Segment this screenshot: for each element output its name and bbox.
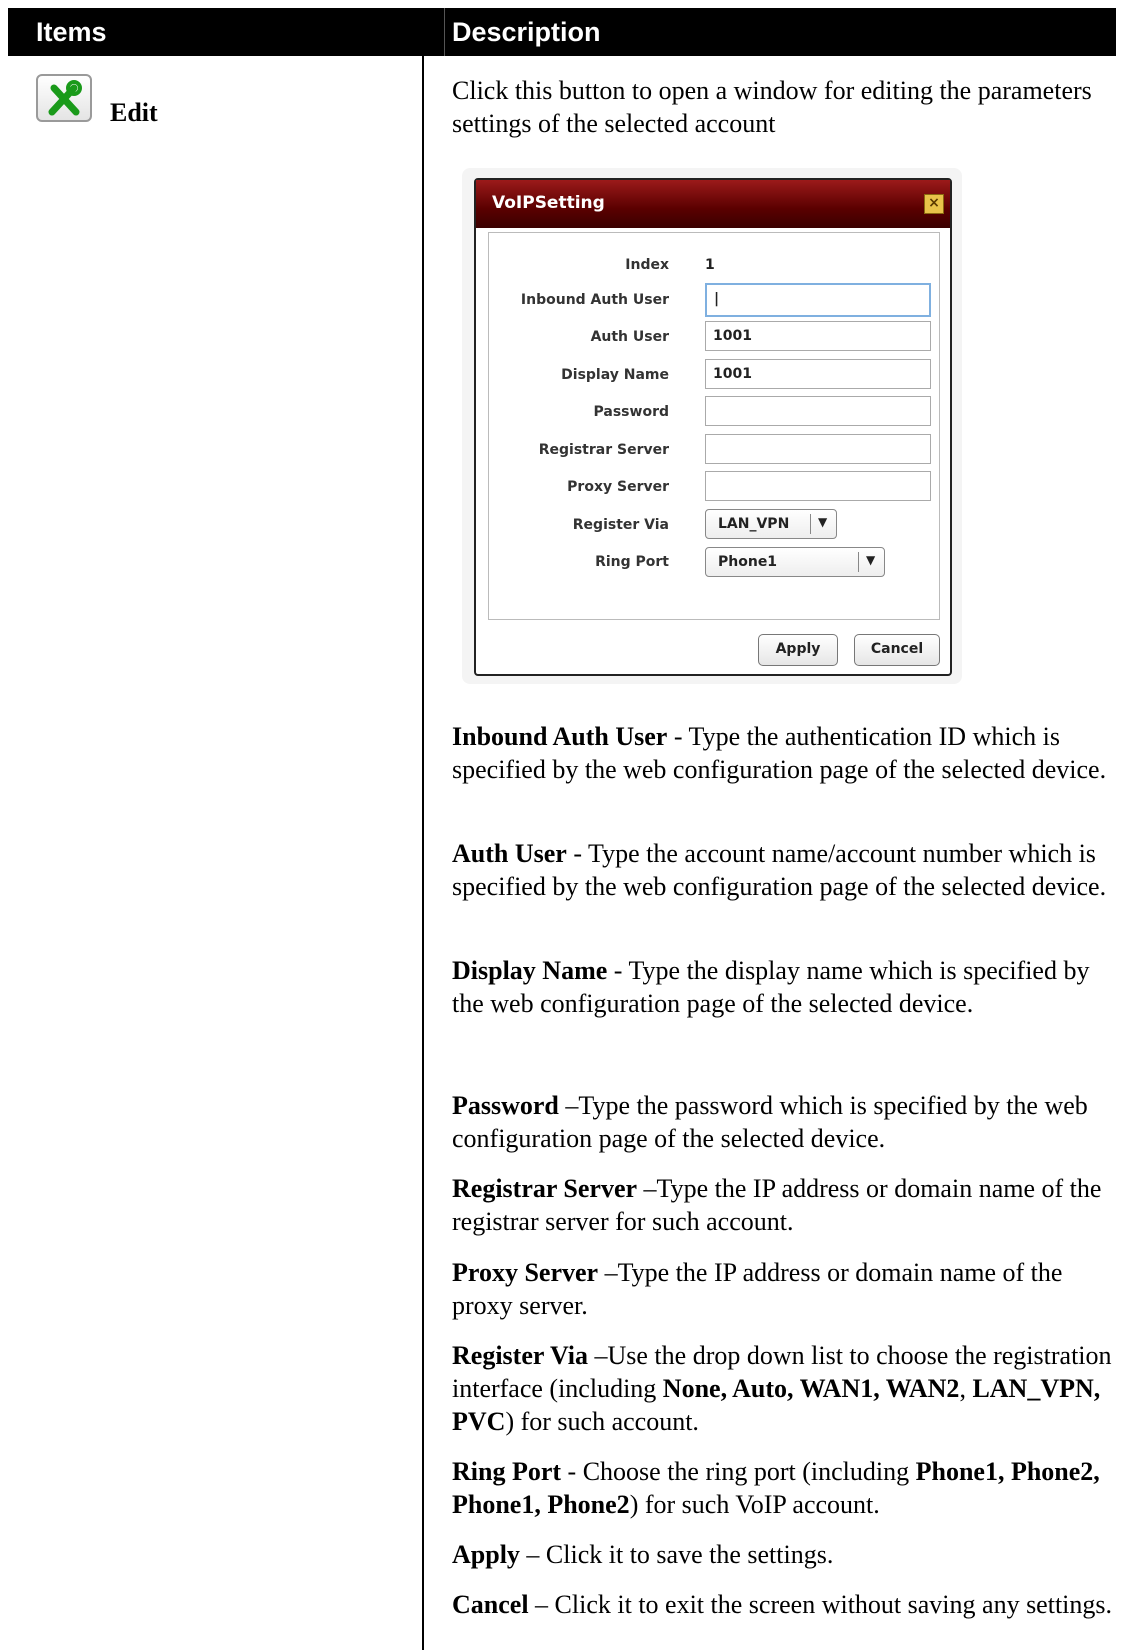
intro-text: Click this button to open a window for e… xyxy=(452,76,1092,138)
index-label: Index xyxy=(625,257,669,273)
password-input[interactable] xyxy=(705,396,931,426)
auth-user-label: Auth User xyxy=(590,329,669,345)
items-column-header: Items xyxy=(36,17,107,47)
select-divider xyxy=(858,552,859,572)
inbound-auth-user-description: Inbound Auth User - Type the authenticat… xyxy=(452,720,1112,786)
voip-setting-dialog: VoIPSetting × Index 1 Inbound Auth User … xyxy=(474,178,952,676)
registrar-server-description: Registrar Server –Type the IP address or… xyxy=(452,1172,1112,1238)
options: None, Auto, WAN1, WAN2 xyxy=(662,1374,960,1403)
auth-user-description: Auth User - Type the account name/accoun… xyxy=(452,837,1112,903)
display-name-label: Display Name xyxy=(561,367,669,383)
display-name-description: Display Name - Type the display name whi… xyxy=(452,954,1112,1020)
text: - Choose the ring port (including xyxy=(561,1457,916,1486)
term: Ring Port xyxy=(452,1457,562,1486)
register-via-select[interactable]: LAN_VPN ▼ xyxy=(705,509,837,539)
term: Auth User xyxy=(452,839,567,868)
text: ) for such VoIP account. xyxy=(629,1490,880,1519)
text: – Click it to save the settings. xyxy=(519,1540,834,1569)
term: Cancel xyxy=(452,1590,529,1619)
edit-label: Edit xyxy=(110,98,158,127)
register-via-value: LAN_VPN xyxy=(718,516,790,532)
ring-port-label: Ring Port xyxy=(595,554,669,570)
chevron-down-icon: ▼ xyxy=(818,515,828,529)
column-divider xyxy=(422,56,424,1650)
ring-port-select[interactable]: Phone1 ▼ xyxy=(705,547,885,577)
password-label: Password xyxy=(593,404,669,420)
text: ) for such account. xyxy=(505,1407,699,1436)
cancel-button[interactable]: Cancel xyxy=(854,634,940,666)
term: Apply xyxy=(452,1540,520,1569)
display-name-input[interactable]: 1001 xyxy=(705,359,931,389)
proxy-server-description: Proxy Server –Type the IP address or dom… xyxy=(452,1256,1112,1322)
edit-tools-icon[interactable] xyxy=(36,74,92,122)
description-column-header: Description xyxy=(452,17,601,47)
term: Registrar Server xyxy=(452,1174,638,1203)
term: Inbound Auth User xyxy=(452,722,668,751)
term: Proxy Server xyxy=(452,1258,599,1287)
auth-user-input[interactable]: 1001 xyxy=(705,321,931,351)
term: Password xyxy=(452,1091,559,1120)
header-divider xyxy=(444,8,445,56)
index-value: 1 xyxy=(705,257,715,273)
term: Register Via xyxy=(452,1341,588,1370)
proxy-server-input[interactable] xyxy=(705,471,931,501)
text: , xyxy=(959,1374,973,1403)
register-via-description: Register Via –Use the drop down list to … xyxy=(452,1339,1112,1438)
term: Display Name xyxy=(452,956,608,985)
select-divider xyxy=(810,514,811,534)
inbound-auth-user-label: Inbound Auth User xyxy=(520,292,669,308)
dialog-title: VoIPSetting xyxy=(492,193,605,213)
text: – Click it to exit the screen without sa… xyxy=(528,1590,1113,1619)
ring-port-value: Phone1 xyxy=(718,554,778,570)
apply-button[interactable]: Apply xyxy=(758,634,838,666)
dialog-form-panel: Index 1 Inbound Auth User | Auth User 10… xyxy=(488,232,940,620)
cancel-description: Cancel – Click it to exit the screen wit… xyxy=(452,1588,1112,1621)
close-icon[interactable]: × xyxy=(924,194,944,214)
password-description: Password –Type the password which is spe… xyxy=(452,1089,1112,1155)
chevron-down-icon: ▼ xyxy=(866,553,876,567)
ring-port-description: Ring Port - Choose the ring port (includ… xyxy=(452,1455,1112,1521)
registrar-server-input[interactable] xyxy=(705,434,931,464)
apply-description: Apply – Click it to save the settings. xyxy=(452,1538,1112,1571)
dialog-title-bar: VoIPSetting × xyxy=(476,180,950,228)
inbound-auth-user-input[interactable]: | xyxy=(705,283,931,317)
registrar-server-label: Registrar Server xyxy=(538,442,669,458)
register-via-label: Register Via xyxy=(572,517,669,533)
table-header: Items Description xyxy=(8,8,1116,56)
proxy-server-label: Proxy Server xyxy=(567,479,669,495)
